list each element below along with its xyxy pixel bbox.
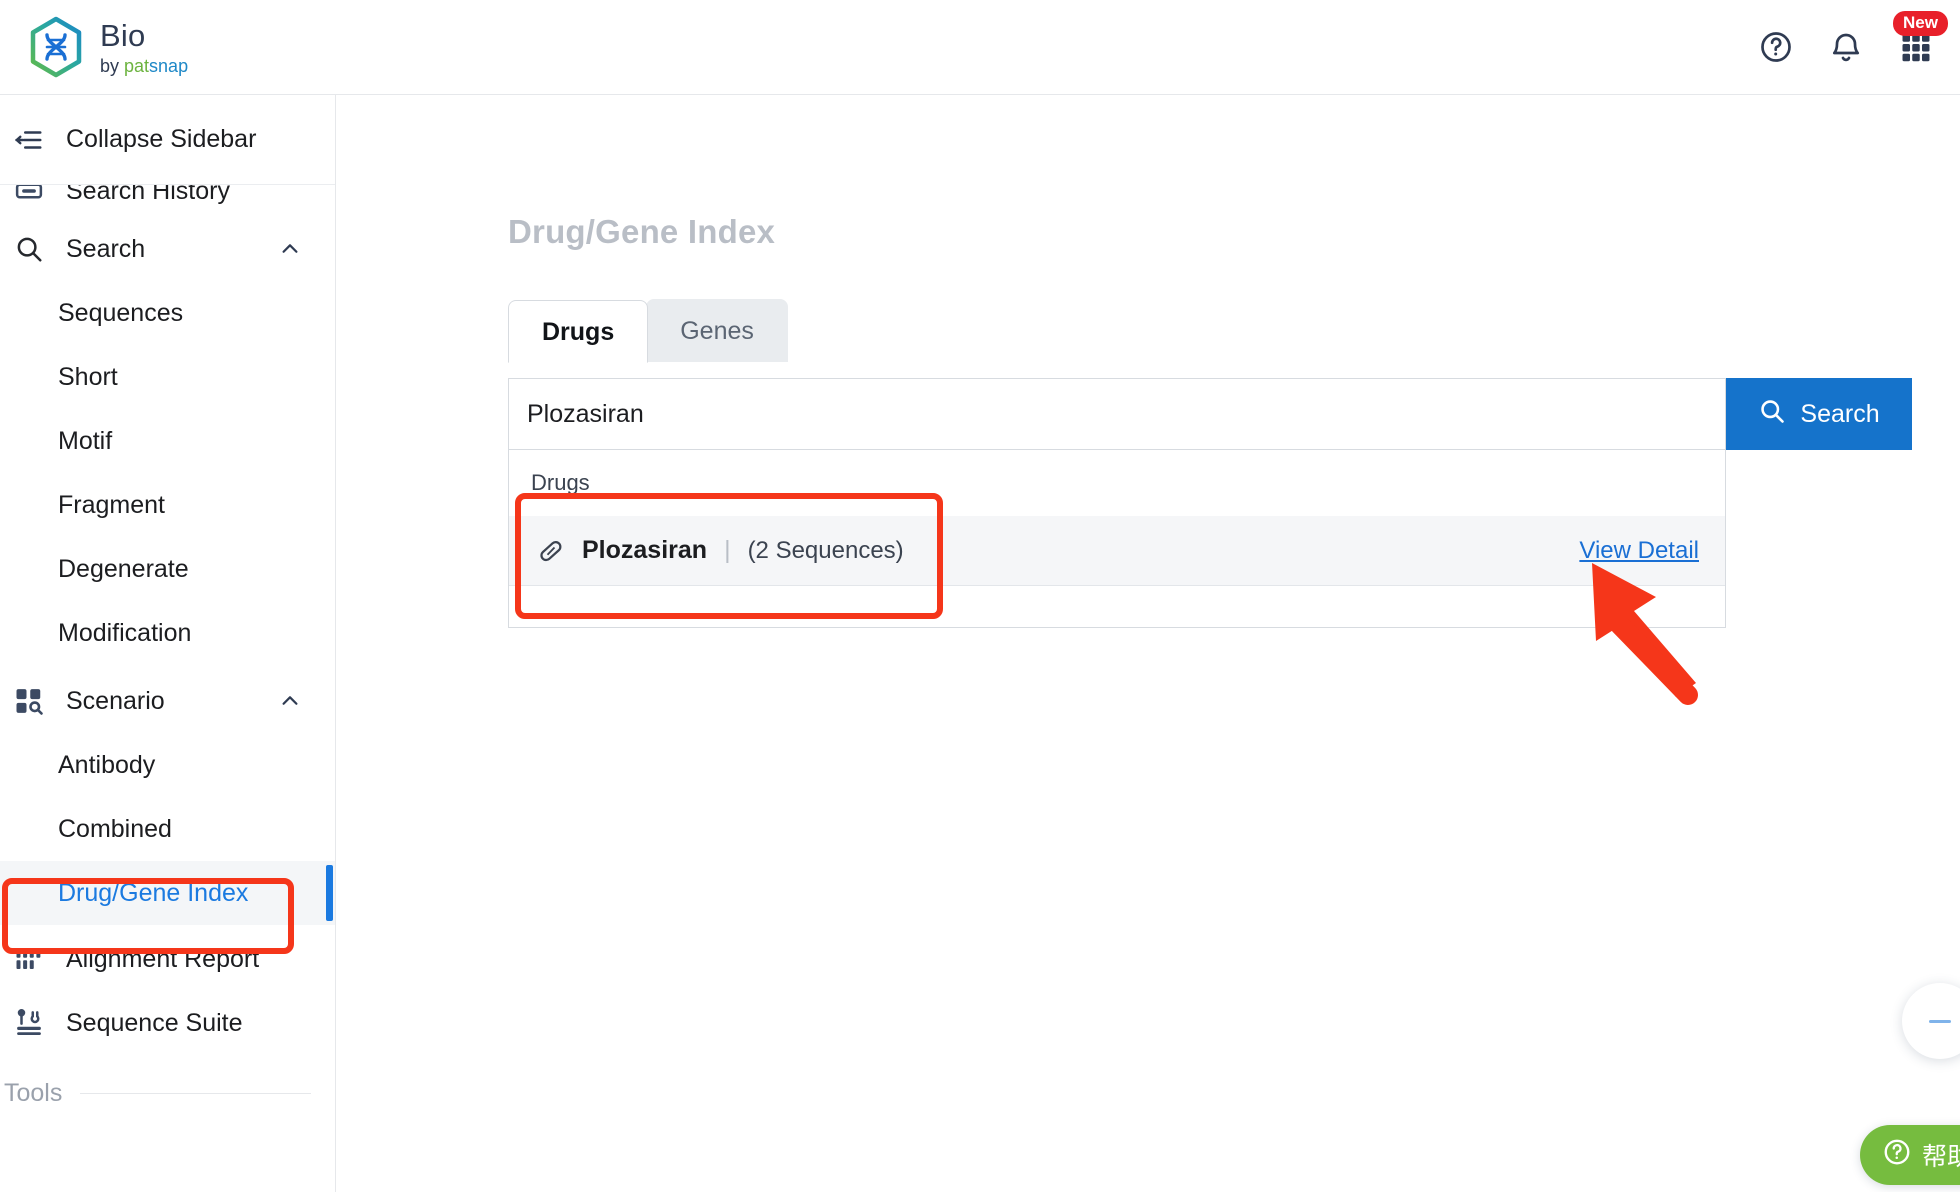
- sidebar-section-tools: Tools: [0, 1065, 335, 1121]
- sidebar-item-degenerate-label: Degenerate: [58, 554, 189, 583]
- dropdown-result-count: (2 Sequences): [747, 536, 904, 564]
- sidebar-item-drug-gene-index[interactable]: Drug/Gene Index: [0, 861, 335, 925]
- sidebar-item-antibody[interactable]: Antibody: [0, 733, 335, 797]
- grid-search-icon: [14, 686, 44, 716]
- brand-name: Bio: [100, 17, 146, 53]
- search-suggestions-dropdown: Drugs Plozasiran | (2 Sequences) View De…: [508, 446, 1726, 628]
- question-circle-icon: [1882, 1137, 1912, 1174]
- collapse-sidebar-icon: [14, 125, 44, 155]
- sidebar-item-alignment-report[interactable]: Alignment Report: [0, 927, 335, 991]
- sidebar-group-search-label: Search: [66, 234, 146, 263]
- sidebar-item-sequences-label: Sequences: [58, 298, 184, 327]
- sidebar-item-modification[interactable]: Modification: [0, 601, 335, 665]
- search-input-value: Plozasiran: [527, 399, 644, 428]
- brand-by: by: [100, 55, 125, 76]
- chevron-up-icon: [279, 690, 301, 712]
- tab-drugs[interactable]: Drugs: [508, 300, 649, 364]
- dropdown-result-name: Plozasiran: [582, 536, 708, 564]
- new-badge: New: [1893, 11, 1948, 37]
- sidebar-item-degenerate[interactable]: Degenerate: [0, 537, 335, 601]
- brand-pat: pat: [124, 55, 150, 76]
- collapse-sidebar-button[interactable]: Collapse Sidebar: [0, 95, 335, 185]
- brand-logo-area[interactable]: Bio by patsnap: [0, 16, 188, 78]
- tab-genes-label: Genes: [680, 317, 754, 345]
- floating-help-label: 帮助: [1921, 1143, 1960, 1171]
- dropdown-group-label: Drugs: [531, 470, 590, 495]
- sidebar-scroll-area[interactable]: Search History Search Sequences Short Mo…: [0, 185, 335, 1192]
- help-icon[interactable]: [1758, 29, 1794, 65]
- tab-drugs-label: Drugs: [542, 318, 615, 346]
- sidebar-item-sequence-suite[interactable]: Sequence Suite: [0, 991, 335, 1055]
- sidebar-section-tools-label: Tools: [4, 1078, 63, 1107]
- sidebar-item-sequence-suite-label: Sequence Suite: [66, 1008, 243, 1037]
- bell-icon[interactable]: [1828, 29, 1864, 65]
- sidebar-item-search-history[interactable]: Search History: [0, 185, 335, 217]
- collapse-sidebar-label: Collapse Sidebar: [66, 125, 257, 153]
- chevron-up-icon: [279, 238, 301, 260]
- search-bar: Plozasiran Search: [508, 378, 1912, 450]
- sidebar-item-fragment[interactable]: Fragment: [0, 473, 335, 537]
- sidebar-item-motif[interactable]: Motif: [0, 409, 335, 473]
- chat-bubble-icon: [1929, 1019, 1951, 1023]
- sidebar-group-scenario[interactable]: Scenario: [0, 669, 335, 733]
- dna-hexagon-logo-icon: [28, 16, 84, 78]
- sidebar-item-combined[interactable]: Combined: [0, 797, 335, 861]
- sidebar-item-fragment-label: Fragment: [58, 490, 165, 519]
- sidebar-item-short[interactable]: Short: [0, 345, 335, 409]
- sidebar: Collapse Sidebar Search History Search S…: [0, 95, 336, 1192]
- page-title: Drug/Gene Index: [508, 213, 776, 250]
- toolkit-icon: [14, 1008, 44, 1038]
- alignment-bars-icon: [14, 944, 44, 974]
- history-card-icon: [14, 185, 44, 206]
- sidebar-item-modification-label: Modification: [58, 618, 192, 647]
- sidebar-item-sequences[interactable]: Sequences: [0, 281, 335, 345]
- search-button-label: Search: [1800, 399, 1880, 428]
- floating-chat-button[interactable]: [1902, 983, 1960, 1059]
- main-content: Drug/Gene Index Drugs Genes Plozasiran S…: [336, 95, 1960, 1192]
- tab-genes[interactable]: Genes: [646, 299, 788, 363]
- search-input[interactable]: Plozasiran: [508, 378, 1726, 450]
- top-bar: Bio by patsnap New: [0, 0, 1960, 95]
- magnifier-icon: [14, 234, 44, 264]
- sidebar-item-antibody-label: Antibody: [58, 750, 156, 779]
- sidebar-item-drug-gene-index-label: Drug/Gene Index: [58, 878, 249, 907]
- floating-help-button[interactable]: 帮助: [1859, 1125, 1960, 1185]
- dropdown-result-row[interactable]: Plozasiran | (2 Sequences) View Detail: [509, 516, 1725, 585]
- pill-capsule-icon: [537, 537, 565, 565]
- dropdown-result-info: Plozasiran | (2 Sequences): [537, 536, 904, 565]
- sidebar-group-scenario-label: Scenario: [66, 686, 165, 715]
- search-icon: [1758, 397, 1786, 432]
- dropdown-footer: [509, 585, 1725, 627]
- app-root: Bio by patsnap New Collapse Sidebar Sear…: [0, 0, 1960, 1192]
- top-bar-actions: New: [1758, 11, 1960, 65]
- sidebar-item-combined-label: Combined: [58, 814, 172, 843]
- dropdown-separator: |: [724, 536, 731, 564]
- brand-snap: snap: [149, 55, 189, 76]
- sidebar-item-short-label: Short: [58, 362, 118, 391]
- sidebar-item-motif-label: Motif: [58, 426, 113, 455]
- view-detail-link[interactable]: View Detail: [1579, 537, 1699, 565]
- apps-grid-icon[interactable]: New: [1893, 11, 1948, 65]
- brand-tagline: by patsnap: [100, 57, 188, 75]
- divider: [80, 1092, 311, 1094]
- sidebar-item-alignment-report-label: Alignment Report: [66, 944, 260, 973]
- sidebar-group-search[interactable]: Search: [0, 217, 335, 281]
- sidebar-item-search-history-label: Search History: [66, 185, 230, 205]
- tab-bar: Drugs Genes: [508, 299, 788, 364]
- search-button[interactable]: Search: [1726, 378, 1912, 450]
